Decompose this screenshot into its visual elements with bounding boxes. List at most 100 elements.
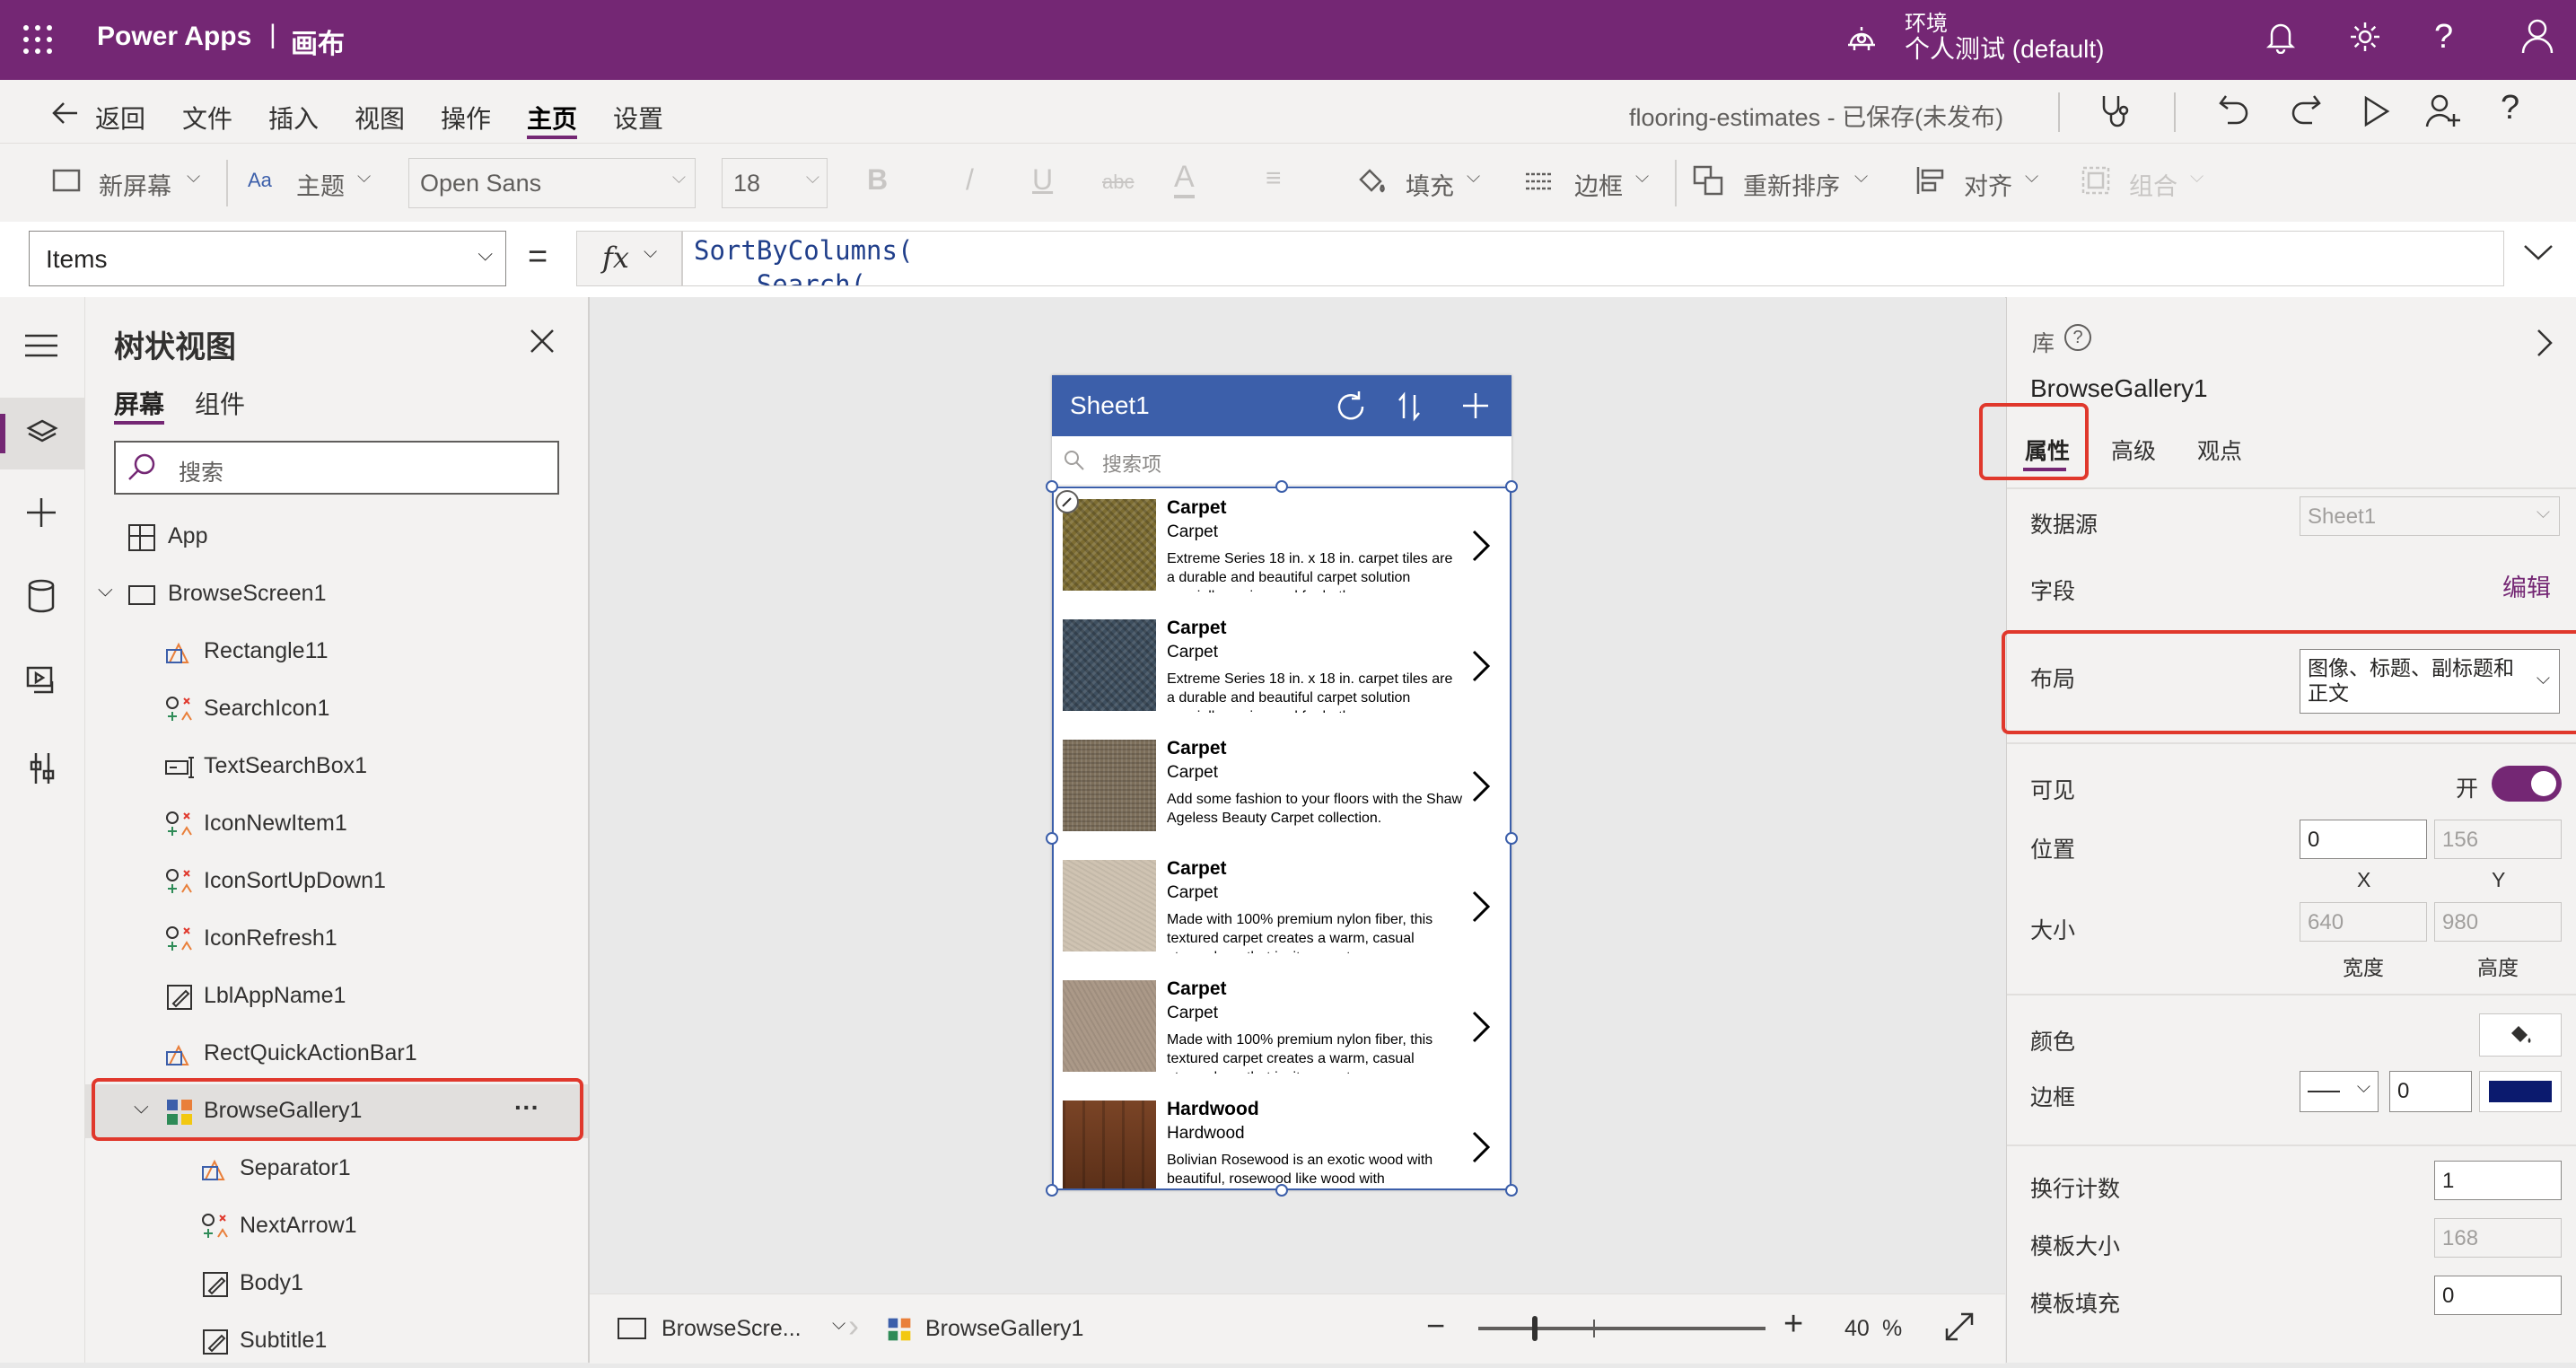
share-add-user-icon[interactable] (2425, 92, 2463, 130)
border-style-dropdown[interactable]: ⌵ (2300, 1071, 2379, 1112)
fit-to-window-icon[interactable] (1943, 1311, 1976, 1343)
datasource-dropdown[interactable]: Sheet1 ⌵ (2300, 496, 2560, 536)
help-icon[interactable]: ? (2434, 18, 2453, 57)
edit-template-pencil-icon[interactable] (1056, 490, 1079, 513)
undo-icon[interactable] (2217, 92, 2251, 128)
zoom-out-button[interactable]: − (1426, 1307, 1445, 1345)
control-selector[interactable]: BrowseGallery1 (886, 1312, 1101, 1346)
app-name[interactable]: Power Apps (97, 22, 251, 52)
group-button[interactable]: 组合 ⌵ (2081, 162, 2215, 203)
tree-item-iconsortupdown1[interactable]: IconSortUpDown1 (85, 855, 588, 908)
template-size-input[interactable]: 168 (2434, 1218, 2562, 1258)
menu-insert[interactable]: 插入 (268, 100, 319, 136)
tab-components[interactable]: 组件 (195, 385, 245, 421)
border-color-picker[interactable] (2479, 1071, 2562, 1112)
font-size-dropdown[interactable]: 18 ⌵ (722, 158, 828, 208)
resize-handle[interactable] (1275, 1184, 1288, 1197)
account-icon[interactable] (2520, 18, 2554, 54)
control-name[interactable]: BrowseGallery1 (2030, 374, 2208, 403)
tree-item-textsearchbox1[interactable]: TextSearchBox1 (85, 740, 588, 794)
height-input[interactable]: 980 (2434, 902, 2562, 942)
environment-icon[interactable] (1845, 23, 1878, 56)
media-icon[interactable] (25, 665, 59, 697)
menu-view[interactable]: 视图 (355, 100, 405, 136)
resize-handle[interactable] (1505, 480, 1518, 493)
property-dropdown[interactable]: Items ⌵ (29, 231, 506, 286)
position-x-input[interactable]: 0 (2300, 820, 2427, 859)
text-align-icon[interactable]: ≡ (1266, 163, 1282, 194)
theme-button[interactable]: Aa 主题 ⌵ (248, 162, 382, 203)
border-width-input[interactable]: 0 (2389, 1071, 2472, 1112)
app-launcher-icon[interactable] (22, 23, 54, 56)
insert-plus-icon[interactable] (25, 496, 57, 529)
font-family-dropdown[interactable]: Open Sans ⌵ (408, 158, 696, 208)
tree-item-iconrefresh1[interactable]: IconRefresh1 (85, 912, 588, 966)
tree-item-iconnewitem1[interactable]: IconNewItem1 (85, 797, 588, 851)
advanced-tools-icon[interactable] (27, 751, 57, 785)
tab-advanced[interactable]: 高级 (2111, 434, 2156, 466)
tree-item-rectangle11[interactable]: Rectangle11 (85, 625, 588, 679)
resize-handle[interactable] (1275, 480, 1288, 493)
fields-edit-link[interactable]: 编辑 (2502, 568, 2551, 603)
tab-ideas[interactable]: 观点 (2197, 434, 2242, 466)
settings-gear-icon[interactable] (2348, 20, 2382, 54)
tree-item-nextarrow1[interactable]: NextArrow1 (85, 1199, 588, 1253)
bold-button[interactable]: B (867, 163, 888, 197)
notifications-icon[interactable] (2265, 20, 2296, 54)
formula-editor[interactable]: SortByColumns( Search( (682, 231, 2504, 286)
template-padding-input[interactable]: 0 (2434, 1276, 2562, 1315)
tree-item-browsescreen1[interactable]: ⌵ BrowseScreen1 (85, 567, 588, 621)
expand-formula-chevron-icon[interactable] (2522, 241, 2554, 263)
tab-screens[interactable]: 屏幕 (114, 385, 164, 421)
tree-item-app[interactable]: App (85, 510, 588, 564)
italic-button[interactable]: / (966, 163, 974, 197)
tree-item-separator1[interactable]: Separator1 (85, 1142, 588, 1196)
data-cylinder-icon[interactable] (27, 579, 56, 613)
close-icon[interactable] (529, 328, 556, 355)
screen-selector[interactable]: BrowseScre... ⌵ (617, 1312, 859, 1346)
underline-button[interactable]: U (1032, 163, 1053, 197)
tree-item-searchicon1[interactable]: SearchIcon1 (85, 682, 588, 736)
tree-search-box[interactable]: 搜索 (114, 441, 559, 495)
menu-action[interactable]: 操作 (441, 100, 491, 136)
strikethrough-button[interactable]: abc (1102, 171, 1134, 194)
position-y-input[interactable]: 156 (2434, 820, 2562, 859)
resize-handle[interactable] (1046, 480, 1058, 493)
resize-handle[interactable] (1046, 1184, 1058, 1197)
refresh-icon[interactable] (1334, 390, 1368, 424)
align-button[interactable]: 对齐 ⌵ (1915, 162, 2050, 203)
font-color-button[interactable]: A (1174, 160, 1195, 198)
resize-handle[interactable] (1505, 1184, 1518, 1197)
resize-handle[interactable] (1505, 832, 1518, 845)
border-button[interactable]: 边框 ⌵ (1524, 162, 1659, 203)
wrap-count-input[interactable]: 1 (2434, 1161, 2562, 1200)
tree-item-body1[interactable]: Body1 (85, 1257, 588, 1311)
reorder-button[interactable]: 重新排序 ⌵ (1693, 162, 1881, 203)
zoom-in-button[interactable]: + (1783, 1305, 1803, 1344)
new-screen-button[interactable]: 新屏幕 ⌵ (52, 162, 205, 203)
color-picker[interactable] (2479, 1013, 2562, 1057)
fx-button[interactable]: fx ⌵ (576, 231, 682, 286)
app-search-box[interactable]: 搜索项 (1052, 436, 1511, 486)
tree-item-subtitle1[interactable]: Subtitle1 (85, 1314, 588, 1368)
redo-icon[interactable] (2289, 92, 2323, 128)
fill-button[interactable]: 填充 ⌵ (1355, 162, 1490, 203)
preview-play-icon[interactable] (2361, 94, 2391, 128)
info-circle-icon[interactable]: ? (2064, 324, 2091, 351)
zoom-slider-thumb[interactable] (1532, 1316, 1538, 1341)
menu-file[interactable]: 文件 (182, 100, 232, 136)
add-new-item-icon[interactable] (1461, 391, 1490, 420)
width-input[interactable]: 640 (2300, 902, 2427, 942)
zoom-slider[interactable] (1478, 1316, 1766, 1341)
chevron-down-icon[interactable]: ⌵ (98, 578, 113, 601)
environment-name[interactable]: 个人测试 (default) (1905, 30, 2105, 66)
hamburger-menu-icon[interactable] (23, 333, 59, 358)
sort-up-down-icon[interactable] (1397, 391, 1422, 422)
tree-view-rail-item[interactable] (0, 398, 84, 469)
resize-handle[interactable] (1046, 832, 1058, 845)
help-question-icon[interactable]: ? (2501, 89, 2519, 127)
visible-toggle[interactable] (2492, 766, 2562, 802)
app-checker-stethoscope-icon[interactable] (2097, 92, 2133, 130)
zoom-value[interactable]: 40 (1844, 1316, 1870, 1342)
tree-item-lblappname1[interactable]: LblAppName1 (85, 969, 588, 1023)
